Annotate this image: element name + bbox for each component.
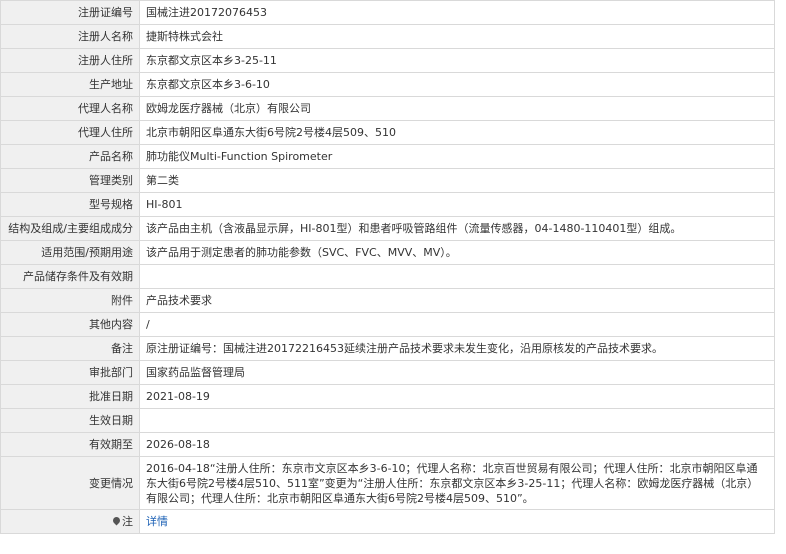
field-value: 北京市朝阳区阜通东大街6号院2号楼4层509、510	[139, 120, 775, 145]
table-row: 产品储存条件及有效期	[0, 264, 775, 289]
field-value	[139, 408, 775, 433]
map-pin-icon	[113, 517, 120, 526]
field-value: 该产品用于测定患者的肺功能参数（SVC、FVC、MVV、MV）。	[139, 240, 775, 265]
table-row: 生产地址 东京都文京区本乡3-6-10	[0, 72, 775, 97]
table-row: 结构及组成/主要组成成分 该产品由主机（含液晶显示屏，HI-801型）和患者呼吸管…	[0, 216, 775, 241]
field-label: 代理人住所	[0, 120, 140, 145]
table-row: 其他内容 /	[0, 312, 775, 337]
field-label: 产品储存条件及有效期	[0, 264, 140, 289]
field-value: 原注册证编号：国械注进20172216453延续注册产品技术要求未发生变化，沿用…	[139, 336, 775, 361]
field-label: 审批部门	[0, 360, 140, 385]
table-row: 生效日期	[0, 408, 775, 433]
change-label: 变更情况	[0, 456, 140, 510]
table-row: 注册证编号 国械注进20172076453	[0, 0, 775, 25]
field-value: /	[139, 312, 775, 337]
table-row: 注册人名称 捷斯特株式会社	[0, 24, 775, 49]
field-value	[139, 264, 775, 289]
table-row: 型号规格 HI-801	[0, 192, 775, 217]
table-row: 注册人住所 东京都文京区本乡3-25-11	[0, 48, 775, 73]
table-row: 管理类别 第二类	[0, 168, 775, 193]
field-value: HI-801	[139, 192, 775, 217]
field-label: 附件	[0, 288, 140, 313]
field-label: 适用范围/预期用途	[0, 240, 140, 265]
note-label-cell: 注	[0, 509, 140, 534]
change-row: 变更情况 2016-04-18“注册人住所：东京市文京区本乡3-6-10；代理人…	[0, 456, 775, 510]
table-row: 代理人住所 北京市朝阳区阜通东大街6号院2号楼4层509、510	[0, 120, 775, 145]
field-value: 该产品由主机（含液晶显示屏，HI-801型）和患者呼吸管路组件（流量传感器，04…	[139, 216, 775, 241]
table-row: 产品名称 肺功能仪Multi-Function Spirometer	[0, 144, 775, 169]
registration-table-body: 注册证编号 国械注进20172076453 注册人名称 捷斯特株式会社 注册人住所 东京都…	[0, 0, 775, 457]
table-row: 备注 原注册证编号：国械注进20172216453延续注册产品技术要求未发生变化，…	[0, 336, 775, 361]
field-label: 生产地址	[0, 72, 140, 97]
field-label: 管理类别	[0, 168, 140, 193]
field-value: 东京都文京区本乡3-25-11	[139, 48, 775, 73]
field-value: 捷斯特株式会社	[139, 24, 775, 49]
field-value: 国家药品监督管理局	[139, 360, 775, 385]
field-label: 其他内容	[0, 312, 140, 337]
field-value: 欧姆龙医疗器械（北京）有限公司	[139, 96, 775, 121]
field-label: 结构及组成/主要组成成分	[0, 216, 140, 241]
field-value: 2021-08-19	[139, 384, 775, 409]
change-value: 2016-04-18“注册人住所：东京市文京区本乡3-6-10；代理人名称：北京…	[139, 456, 775, 510]
field-label: 产品名称	[0, 144, 140, 169]
field-value: 产品技术要求	[139, 288, 775, 313]
field-value: 第二类	[139, 168, 775, 193]
field-label: 生效日期	[0, 408, 140, 433]
field-value: 东京都文京区本乡3-6-10	[139, 72, 775, 97]
note-row: 注 详情	[0, 509, 775, 534]
field-label: 注册人住所	[0, 48, 140, 73]
field-label: 注册人名称	[0, 24, 140, 49]
field-label: 注册证编号	[0, 0, 140, 25]
field-value: 国械注进20172076453	[139, 0, 775, 25]
note-value-cell: 详情	[139, 509, 775, 534]
field-label: 型号规格	[0, 192, 140, 217]
field-value: 2026-08-18	[139, 432, 775, 457]
note-label: 注	[122, 515, 133, 528]
field-label: 有效期至	[0, 432, 140, 457]
table-row: 代理人名称 欧姆龙医疗器械（北京）有限公司	[0, 96, 775, 121]
table-row: 附件 产品技术要求	[0, 288, 775, 313]
table-row: 批准日期 2021-08-19	[0, 384, 775, 409]
field-label: 备注	[0, 336, 140, 361]
detail-link[interactable]: 详情	[146, 515, 168, 528]
registration-table: 注册证编号 国械注进20172076453 注册人名称 捷斯特株式会社 注册人住所 东京都…	[0, 0, 775, 534]
table-row: 适用范围/预期用途 该产品用于测定患者的肺功能参数（SVC、FVC、MVV、MV）…	[0, 240, 775, 265]
field-label: 代理人名称	[0, 96, 140, 121]
registration-table-footer: 变更情况 2016-04-18“注册人住所：东京市文京区本乡3-6-10；代理人…	[0, 456, 775, 534]
field-value: 肺功能仪Multi-Function Spirometer	[139, 144, 775, 169]
table-row: 有效期至 2026-08-18	[0, 432, 775, 457]
table-row: 审批部门 国家药品监督管理局	[0, 360, 775, 385]
field-label: 批准日期	[0, 384, 140, 409]
